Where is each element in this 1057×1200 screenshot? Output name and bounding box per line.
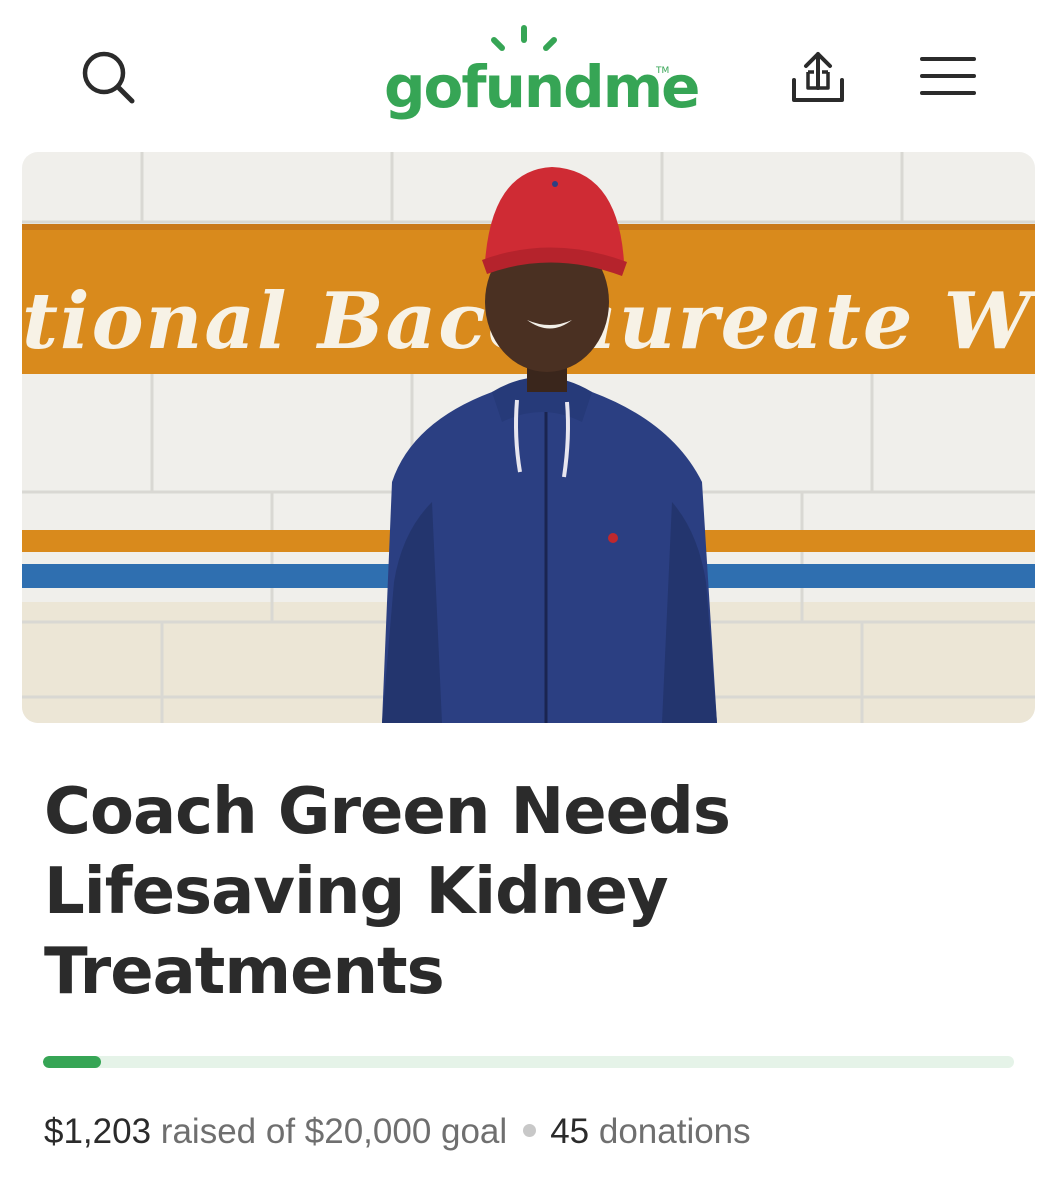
search-icon (82, 51, 135, 104)
share-icon (792, 52, 844, 102)
share-button[interactable] (786, 44, 850, 108)
campaign-title: Coach Green Needs Lifesaving Kidney Trea… (44, 775, 731, 1009)
hamburger-menu-icon (920, 57, 976, 95)
gofundme-logo[interactable]: gofundme TM (384, 24, 700, 128)
hero-photo: tional Bacc aureate W (22, 152, 1035, 723)
amount-raised: $1,203 (44, 1112, 152, 1151)
logo-wordmark: gofundme (384, 53, 700, 121)
progress-bar-fill (43, 1056, 102, 1068)
separator-dot (523, 1124, 537, 1138)
goal-text: raised of $20,000 goal (160, 1112, 508, 1151)
menu-button[interactable] (918, 52, 978, 102)
donations-count: 45 (550, 1112, 590, 1151)
top-nav-bar: gofundme TM (0, 0, 1057, 150)
logo-trademark: TM (656, 66, 670, 76)
campaign-hero-image[interactable]: tional Bacc aureate W (22, 152, 1035, 723)
fundraising-stats: $1,203 raised of $20,000 goal 45 donation… (44, 1110, 751, 1154)
fundraising-progress-bar (43, 1056, 1014, 1068)
search-button[interactable] (78, 48, 138, 108)
donations-label: donations (598, 1112, 751, 1151)
